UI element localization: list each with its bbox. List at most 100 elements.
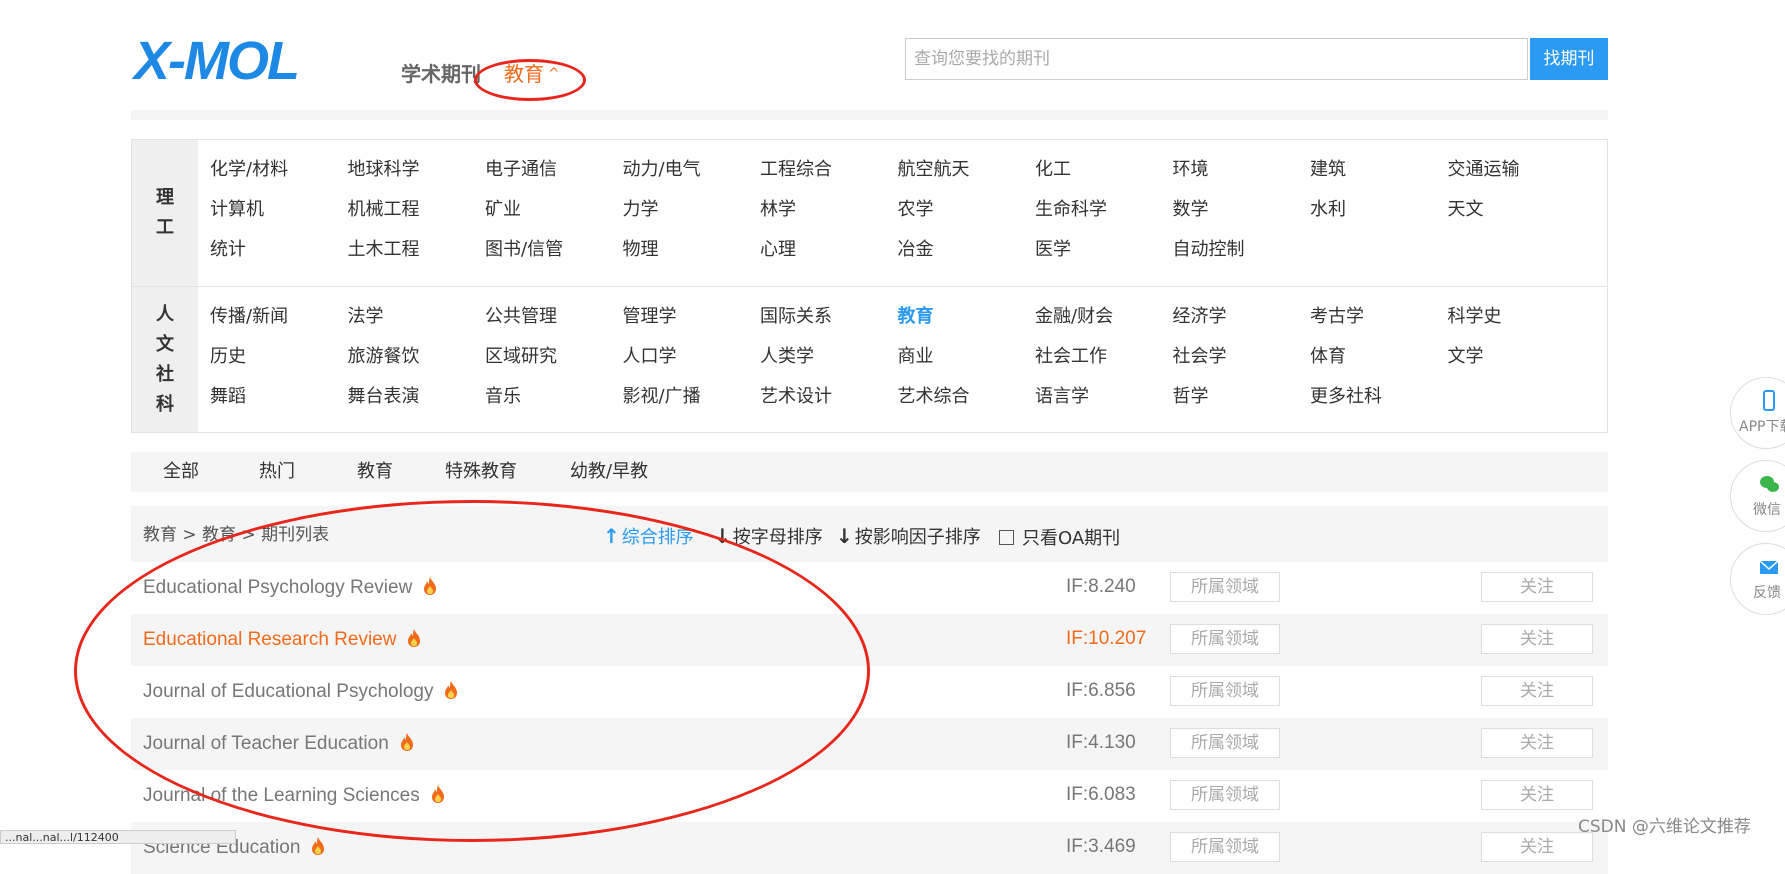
category-item[interactable]: 金融/财会 — [1035, 304, 1173, 344]
category-item[interactable]: 水利 — [1310, 197, 1448, 237]
follow-button[interactable]: 关注 — [1481, 780, 1593, 810]
journal-name: Educational Psychology Review — [143, 577, 413, 598]
tab-preschool[interactable]: 幼教/早教 — [570, 452, 648, 492]
field-button[interactable]: 所属领域 — [1170, 832, 1280, 862]
journal-name-link[interactable]: Educational Psychology Review — [143, 576, 438, 599]
journal-row: Educational Research Review IF:10.207 所属领域… — [131, 614, 1608, 666]
tab-all[interactable]: 全部 — [163, 452, 199, 492]
follow-button[interactable]: 关注 — [1481, 728, 1593, 758]
category-item[interactable]: 航空航天 — [898, 157, 1036, 197]
field-button[interactable]: 所属领域 — [1170, 572, 1280, 602]
impact-factor: IF:6.856 — [1066, 680, 1136, 701]
category-item[interactable]: 计算机 — [210, 197, 348, 237]
category-item[interactable]: 艺术设计 — [760, 384, 898, 424]
category-item[interactable]: 地球科学 — [348, 157, 486, 197]
category-item[interactable]: 人类学 — [760, 344, 898, 384]
sort-comprehensive[interactable]: ↑ 综合排序 — [603, 523, 694, 549]
category-item[interactable]: 天文 — [1448, 197, 1586, 237]
category-item[interactable]: 科学史 — [1448, 304, 1586, 344]
app-download-button[interactable]: APP下载 — [1730, 377, 1785, 449]
journal-name-link[interactable]: Journal of Teacher Education — [143, 732, 415, 755]
journal-search-input[interactable] — [906, 39, 1543, 79]
follow-button[interactable]: 关注 — [1481, 572, 1593, 602]
category-item[interactable]: 体育 — [1310, 344, 1448, 384]
mail-icon — [1759, 560, 1779, 574]
tab-hot[interactable]: 热门 — [259, 452, 295, 492]
find-journal-button[interactable]: 找期刊 — [1530, 38, 1608, 80]
category-item[interactable]: 心理 — [760, 237, 898, 277]
category-item[interactable]: 林学 — [760, 197, 898, 237]
journal-name-link[interactable]: Educational Research Review — [143, 628, 422, 651]
category-item[interactable]: 经济学 — [1173, 304, 1311, 344]
category-item[interactable]: 环境 — [1173, 157, 1311, 197]
follow-button[interactable]: 关注 — [1481, 676, 1593, 706]
field-button[interactable]: 所属领域 — [1170, 728, 1280, 758]
sort-alphabetical[interactable]: ↓ 按字母排序 — [714, 523, 823, 549]
category-item[interactable]: 区域研究 — [485, 344, 623, 384]
category-item[interactable]: 管理学 — [623, 304, 761, 344]
current-category-dropdown[interactable]: 教育 ^ — [504, 58, 560, 87]
feedback-button[interactable]: 反馈 — [1730, 543, 1785, 615]
category-item[interactable]: 医学 — [1035, 237, 1173, 277]
category-item[interactable]: 机械工程 — [348, 197, 486, 237]
category-item[interactable]: 国际关系 — [760, 304, 898, 344]
category-item[interactable]: 传播/新闻 — [210, 304, 348, 344]
category-item[interactable]: 农学 — [898, 197, 1036, 237]
journal-name-link[interactable]: Journal of Educational Psychology — [143, 680, 459, 703]
category-item[interactable]: 历史 — [210, 344, 348, 384]
category-grid-humanities: 传播/新闻 法学 公共管理 管理学 国际关系 教育 金融/财会 经济学 考古学 科学史历史 旅游餐饮… — [210, 304, 1585, 424]
category-item[interactable]: 舞蹈 — [210, 384, 348, 424]
category-item[interactable]: 生命科学 — [1035, 197, 1173, 237]
wechat-button[interactable]: 微信 — [1730, 460, 1785, 532]
category-item[interactable]: 公共管理 — [485, 304, 623, 344]
hot-fire-icon — [445, 681, 458, 699]
category-item[interactable]: 矿业 — [485, 197, 623, 237]
category-item[interactable]: 工程综合 — [760, 157, 898, 197]
category-item[interactable]: 数学 — [1173, 197, 1311, 237]
category-item[interactable]: 力学 — [623, 197, 761, 237]
category-item[interactable]: 动力/电气 — [623, 157, 761, 197]
csdn-watermark: CSDN @六维论文推荐 — [1578, 817, 1751, 837]
x-mol-logo[interactable]: X-MOL — [134, 34, 300, 88]
app-download-label: APP下载 — [1739, 419, 1785, 435]
category-item[interactable]: 交通运输 — [1448, 157, 1586, 197]
category-item[interactable]: 更多社科 — [1310, 384, 1448, 424]
category-item[interactable]: 物理 — [623, 237, 761, 277]
category-item[interactable]: 影视/广播 — [623, 384, 761, 424]
category-item[interactable]: 文学 — [1448, 344, 1586, 384]
category-item[interactable]: 人口学 — [623, 344, 761, 384]
journal-search-box — [905, 38, 1543, 80]
category-item[interactable]: 哲学 — [1173, 384, 1311, 424]
category-item[interactable]: 语言学 — [1035, 384, 1173, 424]
category-item[interactable]: 电子通信 — [485, 157, 623, 197]
category-item[interactable]: 社会工作 — [1035, 344, 1173, 384]
follow-button[interactable]: 关注 — [1481, 832, 1593, 862]
category-item[interactable]: 舞台表演 — [348, 384, 486, 424]
category-item[interactable]: 音乐 — [485, 384, 623, 424]
tab-education[interactable]: 教育 — [357, 452, 393, 492]
category-item[interactable]: 旅游餐饮 — [348, 344, 486, 384]
category-item[interactable]: 教育 — [898, 304, 1036, 344]
category-item[interactable]: 化工 — [1035, 157, 1173, 197]
tab-special-education[interactable]: 特殊教育 — [445, 452, 517, 492]
category-item[interactable]: 自动控制 — [1173, 237, 1311, 277]
category-item[interactable]: 图书/信管 — [485, 237, 623, 277]
category-grid-science: 化学/材料 地球科学 电子通信 动力/电气 工程综合 航空航天 化工 环境 建筑 交通运输计算机机… — [210, 157, 1585, 277]
field-button[interactable]: 所属领域 — [1170, 676, 1280, 706]
category-item[interactable]: 考古学 — [1310, 304, 1448, 344]
sort-impact-factor[interactable]: ↓ 按影响因子排序 — [836, 523, 981, 549]
category-item[interactable]: 化学/材料 — [210, 157, 348, 197]
category-item[interactable]: 艺术综合 — [898, 384, 1036, 424]
category-item[interactable]: 土木工程 — [348, 237, 486, 277]
oa-only-checkbox[interactable]: 只看OA期刊 — [999, 524, 1120, 550]
journal-name-link[interactable]: Journal of the Learning Sciences — [143, 784, 446, 807]
category-item[interactable]: 冶金 — [898, 237, 1036, 277]
category-item[interactable]: 统计 — [210, 237, 348, 277]
category-item[interactable]: 法学 — [348, 304, 486, 344]
category-item[interactable]: 商业 — [898, 344, 1036, 384]
follow-button[interactable]: 关注 — [1481, 624, 1593, 654]
category-item[interactable]: 建筑 — [1310, 157, 1448, 197]
field-button[interactable]: 所属领域 — [1170, 780, 1280, 810]
category-item[interactable]: 社会学 — [1173, 344, 1311, 384]
field-button[interactable]: 所属领域 — [1170, 624, 1280, 654]
